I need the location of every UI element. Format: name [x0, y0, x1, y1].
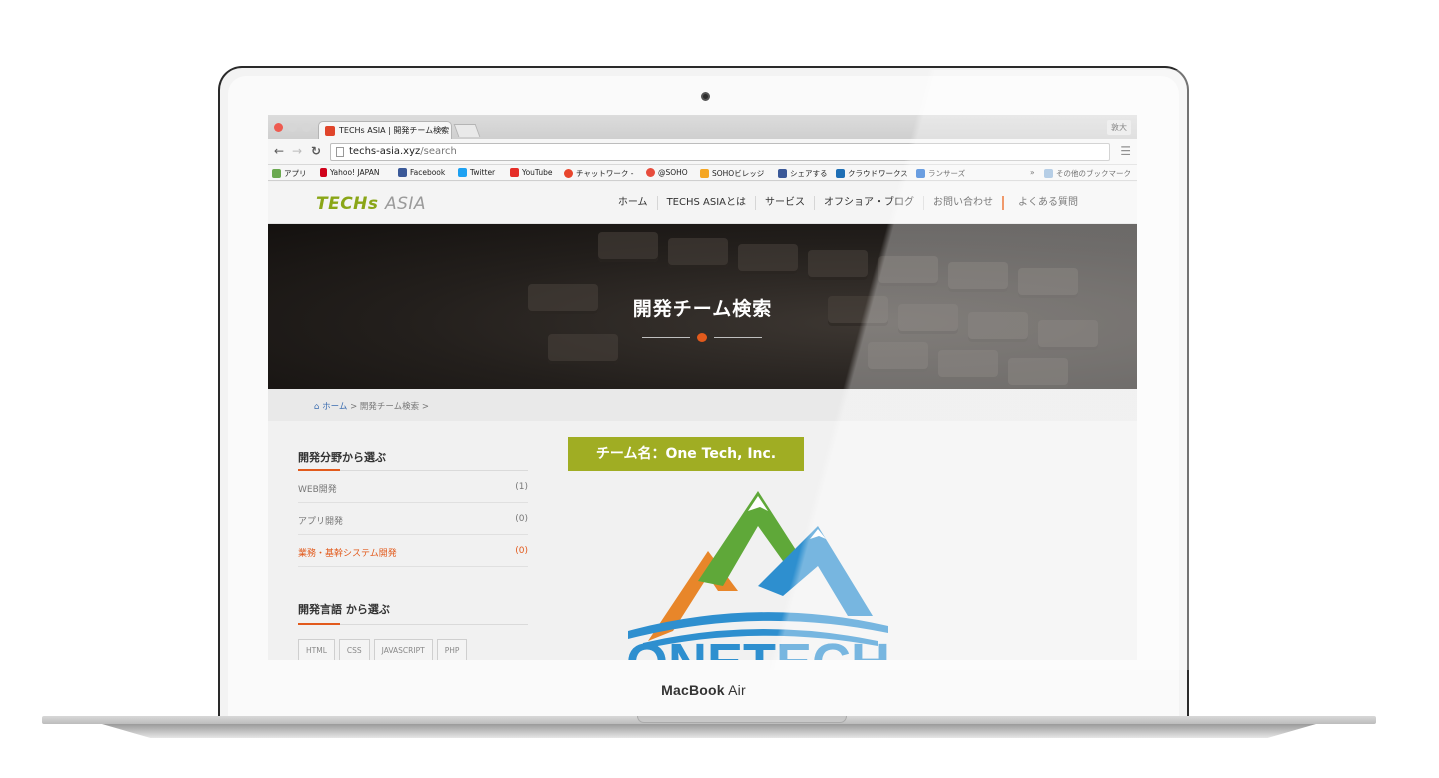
breadcrumb-current: 開発チーム検索: [359, 402, 420, 412]
team-name-label: チーム名：One Tech, Inc.: [568, 437, 804, 471]
bookmarks-bar: アプリ Yahoo! JAPAN Facebook Twitter YouTub…: [268, 165, 1137, 181]
main-nav: ホーム TECHS ASIAとは サービス オフショア・ブログ お問い合わせ よ…: [609, 196, 1087, 210]
reload-icon[interactable]: ↻: [311, 144, 321, 158]
lancers-icon: [916, 169, 925, 178]
tab-bar: TECHs ASIA | 開発チーム検索 × 敦大: [268, 115, 1137, 139]
bookmark-share[interactable]: シェアする: [778, 168, 828, 179]
bookmark-twitter[interactable]: Twitter: [458, 168, 495, 177]
onetech-logo: ONETECH: [626, 491, 890, 660]
screen: TECHs ASIA | 開発チーム検索 × 敦大 ← → ↻ techs-as…: [268, 115, 1137, 660]
nav-contact[interactable]: お問い合わせ: [924, 196, 1004, 210]
profile-button[interactable]: 敦大: [1107, 120, 1131, 135]
site-header: TECHs ASIA ホーム TECHS ASIAとは サービス オフショア・ブ…: [268, 182, 1137, 224]
browser-tab[interactable]: TECHs ASIA | 開発チーム検索 ×: [318, 121, 452, 139]
bookmark-crowdworks[interactable]: クラウドワークス: [836, 168, 908, 179]
menu-icon[interactable]: ☰: [1120, 144, 1131, 158]
bookmark-atsoho[interactable]: @SOHO: [646, 168, 688, 177]
nav-faq[interactable]: よくある質問: [1004, 196, 1087, 210]
breadcrumb-bar: ⌂ ホーム > 開発チーム検索 >: [268, 389, 1137, 421]
tab-close-icon[interactable]: ×: [438, 125, 445, 134]
tag-html[interactable]: HTML: [298, 639, 335, 660]
bookmarks-overflow[interactable]: »: [1030, 168, 1035, 177]
maximize-window-button[interactable]: [302, 123, 311, 132]
forward-arrow-icon[interactable]: →: [292, 144, 302, 158]
laptop-base: [42, 716, 1376, 738]
apps-grid-icon: [272, 169, 281, 178]
category-app[interactable]: アプリ開発 (0): [298, 503, 528, 535]
nav-about[interactable]: TECHS ASIAとは: [658, 196, 756, 210]
bookmark-lancers[interactable]: ランサーズ: [916, 168, 965, 179]
crowdworks-icon: [836, 169, 845, 178]
category-web[interactable]: WEB開発 (1): [298, 471, 528, 503]
close-window-button[interactable]: [274, 123, 283, 132]
facebook-icon: [398, 168, 407, 177]
bookmark-soho-village[interactable]: SOHOビレッジ: [700, 168, 764, 179]
page-icon: [336, 147, 344, 157]
breadcrumb: ⌂ ホーム > 開発チーム検索 >: [314, 402, 429, 412]
url-host: techs-asia.xyz: [349, 146, 421, 157]
bookmark-facebook[interactable]: Facebook: [398, 168, 445, 177]
nav-blog[interactable]: オフショア・ブログ: [815, 196, 924, 210]
site-logo[interactable]: TECHs ASIA: [316, 194, 426, 214]
hero-divider-right: [714, 337, 762, 338]
hero-divider-left: [642, 337, 690, 338]
url-path: /search: [420, 146, 457, 157]
logo-text: ONETECH: [626, 633, 890, 660]
bookmark-apps[interactable]: アプリ: [272, 168, 307, 179]
sidebar-rule: [298, 623, 528, 625]
soho-village-icon: [700, 169, 709, 178]
tag-javascript[interactable]: JAVASCRIPT: [373, 639, 433, 660]
main-content: 開発分野から選ぶ WEB開発 (1) アプリ開発 (0) 業務・基幹システム開発 (0…: [268, 421, 1137, 660]
sidebar-heading-field: 開発分野から選ぶ: [298, 451, 386, 464]
bookmark-youtube[interactable]: YouTube: [510, 168, 553, 177]
bookmark-yahoo[interactable]: Yahoo! JAPAN: [320, 168, 379, 177]
hero-divider-ornament-icon: [697, 333, 707, 342]
back-arrow-icon[interactable]: ←: [274, 144, 284, 158]
yahoo-icon: [320, 168, 327, 177]
address-bar[interactable]: techs-asia.xyz/search: [330, 143, 1110, 161]
facebook-icon: [778, 169, 787, 178]
other-bookmarks[interactable]: その他のブックマーク: [1044, 168, 1131, 179]
tag-php[interactable]: PHP: [436, 639, 468, 660]
category-business-system[interactable]: 業務・基幹システム開発 (0): [298, 535, 528, 567]
browser-toolbar: ← → ↻ techs-asia.xyz/search ☰: [268, 139, 1137, 165]
chatwork-icon: [564, 169, 573, 178]
nav-home[interactable]: ホーム: [609, 196, 658, 210]
youtube-icon: [510, 168, 519, 177]
nav-service[interactable]: サービス: [756, 196, 815, 210]
device-brand: MacBook Air: [661, 682, 746, 698]
tag-css[interactable]: CSS: [338, 639, 370, 660]
twitter-icon: [458, 168, 467, 177]
bookmark-chatwork[interactable]: チャットワーク -: [564, 168, 634, 179]
folder-icon: [1044, 169, 1053, 178]
tab-title: TECHs ASIA | 開発チーム検索: [339, 126, 450, 135]
new-tab-button[interactable]: [453, 124, 481, 137]
hero-banner: 開発チーム検索: [268, 224, 1137, 389]
hero-title: 開発チーム検索: [632, 298, 773, 320]
site-favicon-icon: [325, 126, 335, 136]
at-icon: [646, 168, 655, 177]
language-tags: HTML CSS JAVASCRIPT PHP: [298, 639, 468, 660]
sidebar-heading-language: 開発言語 から選ぶ: [298, 603, 390, 616]
camera-icon: [701, 92, 710, 101]
minimize-window-button[interactable]: [288, 123, 297, 132]
breadcrumb-home[interactable]: ⌂ ホーム: [314, 402, 347, 412]
